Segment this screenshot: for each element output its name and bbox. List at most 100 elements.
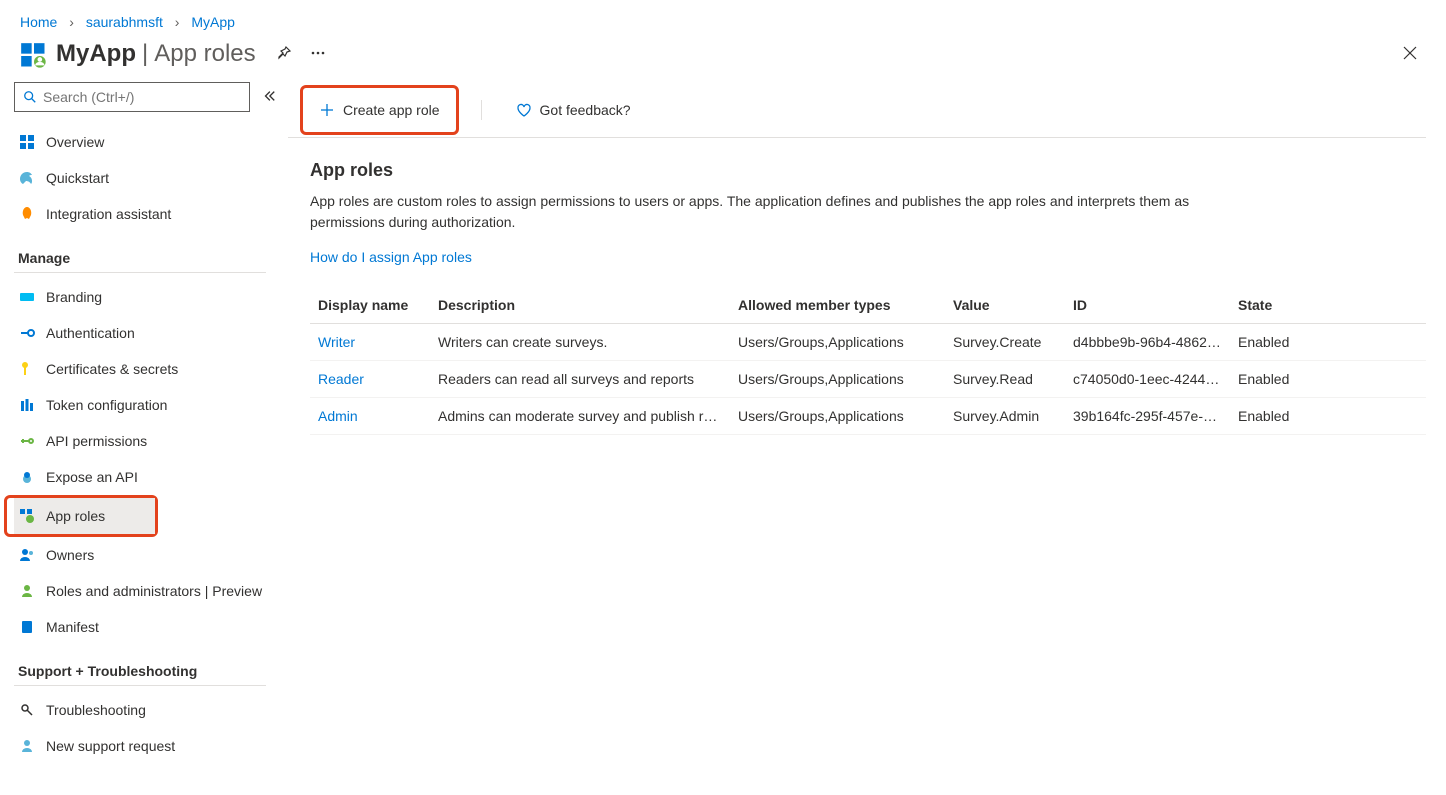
sidebar-heading-support: Support + Troubleshooting xyxy=(14,645,266,686)
cell-state: Enabled xyxy=(1230,361,1426,398)
cell-state: Enabled xyxy=(1230,324,1426,361)
sidebar-item-quickstart[interactable]: Quickstart xyxy=(14,160,288,196)
sidebar-item-label: Manifest xyxy=(46,619,99,635)
more-icon[interactable] xyxy=(310,45,326,64)
section-description: App roles are custom roles to assign per… xyxy=(310,191,1190,233)
cell-name[interactable]: Reader xyxy=(310,361,430,398)
sidebar-item-authentication[interactable]: Authentication xyxy=(14,315,288,351)
api-perm-icon xyxy=(18,433,36,449)
sidebar-item-token[interactable]: Token configuration xyxy=(14,387,288,423)
sidebar-heading-manage: Manage xyxy=(14,232,266,273)
page-subtitle: App roles xyxy=(154,40,255,68)
table-row[interactable]: AdminAdmins can moderate survey and publ… xyxy=(310,398,1426,435)
sidebar-item-label: Owners xyxy=(46,547,94,563)
section-title: App roles xyxy=(310,160,1426,181)
page-header: MyApp | App roles xyxy=(0,36,1446,82)
highlight-app-roles: App roles xyxy=(4,495,158,537)
manifest-icon xyxy=(18,619,36,635)
pin-icon[interactable] xyxy=(276,45,292,64)
table-row[interactable]: WriterWriters can create surveys.Users/G… xyxy=(310,324,1426,361)
th-description[interactable]: Description xyxy=(430,287,730,324)
feedback-button[interactable]: Got feedback? xyxy=(504,92,643,128)
plus-icon xyxy=(319,102,335,118)
cell-name[interactable]: Writer xyxy=(310,324,430,361)
toolbar-btn-label: Create app role xyxy=(343,102,440,118)
table-row[interactable]: ReaderReaders can read all surveys and r… xyxy=(310,361,1426,398)
sidebar-item-troubleshooting[interactable]: Troubleshooting xyxy=(14,692,288,728)
search-input[interactable] xyxy=(43,89,241,105)
sidebar-item-certificates[interactable]: Certificates & secrets xyxy=(14,351,288,387)
create-app-role-button[interactable]: Create app role xyxy=(307,92,452,128)
overview-icon xyxy=(18,134,36,150)
cell-types: Users/Groups,Applications xyxy=(730,398,945,435)
sidebar-item-label: Expose an API xyxy=(46,469,138,485)
breadcrumb-home[interactable]: Home xyxy=(20,14,57,30)
sidebar-item-api-permissions[interactable]: API permissions xyxy=(14,423,288,459)
sidebar-item-label: Branding xyxy=(46,289,102,305)
th-value[interactable]: Value xyxy=(945,287,1065,324)
toolbar: Create app role Got feedback? xyxy=(288,82,1426,138)
th-id[interactable]: ID xyxy=(1065,287,1230,324)
breadcrumb-sep: › xyxy=(175,14,180,30)
sidebar-item-label: Quickstart xyxy=(46,170,109,186)
sidebar-item-owners[interactable]: Owners xyxy=(14,537,288,573)
sidebar-item-support-request[interactable]: New support request xyxy=(14,728,288,764)
quickstart-icon xyxy=(18,170,36,186)
branding-icon xyxy=(18,289,36,305)
cell-name[interactable]: Admin xyxy=(310,398,430,435)
sidebar-item-expose-api[interactable]: Expose an API xyxy=(14,459,288,495)
sidebar-item-label: API permissions xyxy=(46,433,147,449)
search-icon xyxy=(23,90,37,104)
auth-icon xyxy=(18,325,36,341)
breadcrumb-user[interactable]: saurabhmsft xyxy=(86,14,163,30)
sidebar-item-label: Troubleshooting xyxy=(46,702,146,718)
rocket-icon xyxy=(18,206,36,222)
sidebar-item-label: Token configuration xyxy=(46,397,167,413)
app-registration-icon xyxy=(20,42,44,66)
sidebar-item-integration[interactable]: Integration assistant xyxy=(14,196,288,232)
cell-desc: Admins can moderate survey and publish r… xyxy=(430,398,730,435)
heart-icon xyxy=(516,102,532,118)
toolbar-separator xyxy=(481,100,482,120)
cell-value: Survey.Create xyxy=(945,324,1065,361)
sidebar-item-label: New support request xyxy=(46,738,175,754)
cell-id: d4bbbe9b-96b4-4862-... xyxy=(1065,324,1230,361)
main-content: Create app role Got feedback? App roles … xyxy=(288,82,1446,764)
th-state[interactable]: State xyxy=(1230,287,1426,324)
toolbar-btn-label: Got feedback? xyxy=(540,102,631,118)
app-roles-table: Display name Description Allowed member … xyxy=(310,287,1426,435)
th-member-types[interactable]: Allowed member types xyxy=(730,287,945,324)
highlight-create-role: Create app role xyxy=(300,85,459,135)
app-roles-icon xyxy=(18,508,36,524)
cell-types: Users/Groups,Applications xyxy=(730,324,945,361)
breadcrumb: Home › saurabhmsft › MyApp xyxy=(0,0,1446,36)
assign-roles-link[interactable]: How do I assign App roles xyxy=(310,249,472,265)
cell-id: 39b164fc-295f-457e-8... xyxy=(1065,398,1230,435)
close-icon[interactable] xyxy=(1402,45,1426,64)
expose-icon xyxy=(18,469,36,485)
sidebar-item-label: Roles and administrators | Preview xyxy=(46,583,262,599)
cell-value: Survey.Admin xyxy=(945,398,1065,435)
sidebar-item-branding[interactable]: Branding xyxy=(14,279,288,315)
sidebar-item-overview[interactable]: Overview xyxy=(14,124,288,160)
cell-state: Enabled xyxy=(1230,398,1426,435)
collapse-sidebar-icon[interactable] xyxy=(262,89,276,106)
th-display-name[interactable]: Display name xyxy=(310,287,430,324)
sidebar-item-manifest[interactable]: Manifest xyxy=(14,609,288,645)
title-divider: | xyxy=(142,40,148,68)
token-icon xyxy=(18,397,36,413)
sidebar-item-roles-admins[interactable]: Roles and administrators | Preview xyxy=(14,573,288,609)
sidebar-item-label: Integration assistant xyxy=(46,206,171,222)
breadcrumb-app[interactable]: MyApp xyxy=(191,14,235,30)
sidebar-item-app-roles[interactable]: App roles xyxy=(14,498,155,534)
owners-icon xyxy=(18,547,36,563)
cell-desc: Readers can read all surveys and reports xyxy=(430,361,730,398)
key-icon xyxy=(18,361,36,377)
page-title: MyApp xyxy=(56,40,136,68)
search-box[interactable] xyxy=(14,82,250,112)
cell-types: Users/Groups,Applications xyxy=(730,361,945,398)
admin-icon xyxy=(18,583,36,599)
cell-desc: Writers can create surveys. xyxy=(430,324,730,361)
cell-value: Survey.Read xyxy=(945,361,1065,398)
sidebar-item-label: App roles xyxy=(46,508,105,524)
